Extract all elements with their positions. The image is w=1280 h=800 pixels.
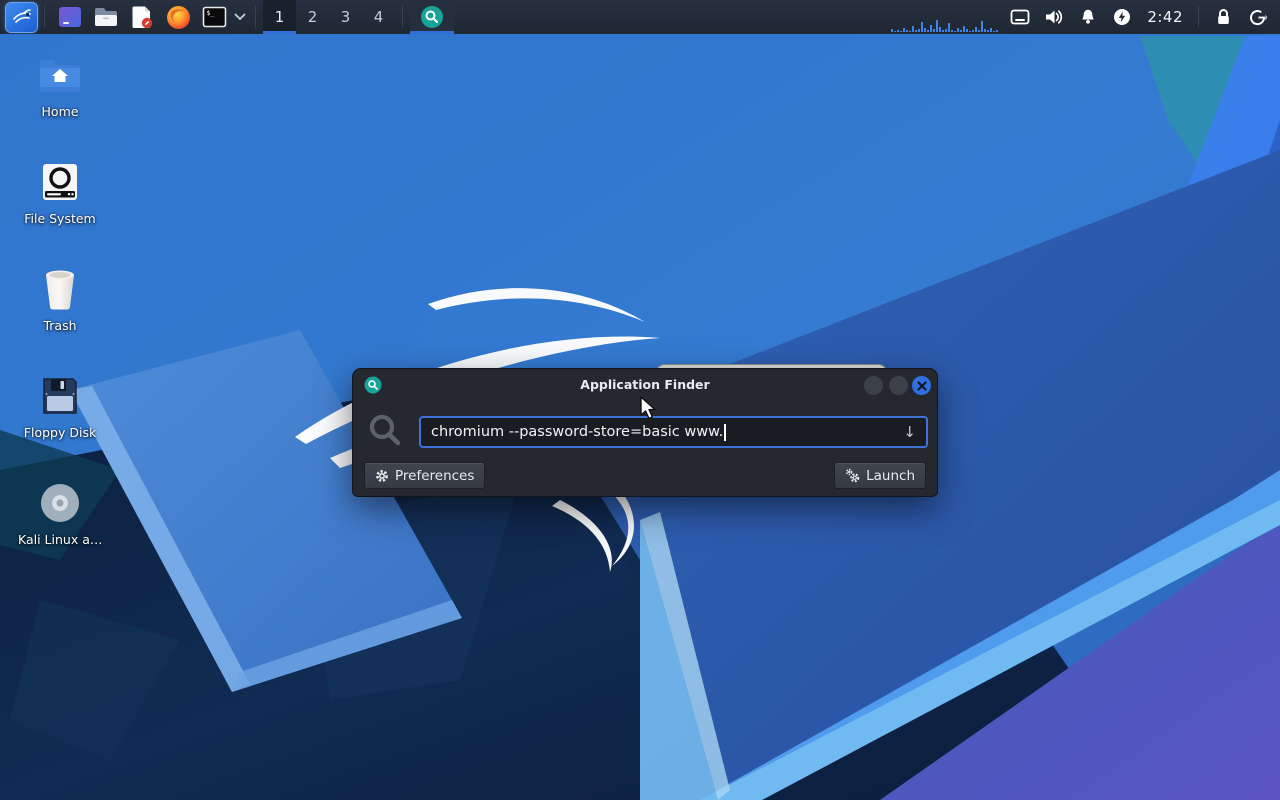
workspace-3-label: 3 (340, 8, 351, 26)
logout-icon (1249, 9, 1267, 25)
kali-menu-icon (12, 9, 31, 23)
launch-label: Launch (866, 467, 915, 484)
terminal-icon: $_ (202, 6, 226, 27)
cd-disc-icon (41, 484, 79, 522)
floppy-disk-icon (43, 378, 77, 414)
workspace-1-label: 1 (274, 8, 285, 26)
panel-separator (402, 6, 403, 28)
minimize-button[interactable] (864, 376, 883, 395)
logout-button[interactable] (1240, 0, 1274, 34)
touchpad-icon (1010, 9, 1030, 25)
workspace-3[interactable]: 3 (329, 0, 362, 34)
terminal-dropdown[interactable] (232, 13, 248, 21)
launch-button[interactable]: Launch (834, 462, 926, 489)
desktop-icon-label: Kali Linux a… (18, 532, 103, 547)
desktop-screen: $_ 1 2 3 4 2:42 Home File System Trash F… (0, 0, 1280, 800)
firefox-launcher[interactable] (163, 2, 193, 32)
power-manager[interactable] (1105, 0, 1139, 34)
panel-separator (44, 6, 45, 28)
dropdown-arrow-icon[interactable]: ↓ (903, 423, 916, 441)
text-caret (724, 423, 726, 441)
kali-menu-button[interactable] (6, 2, 37, 32)
desktop-icon-floppy-disk[interactable]: Floppy Disk (18, 373, 102, 440)
maximize-button[interactable] (889, 376, 908, 395)
text-editor-launcher[interactable] (127, 2, 157, 32)
launch-gears-icon (846, 468, 860, 483)
terminal-glyph: $_ (206, 9, 214, 17)
desktop-icon-kali-cd[interactable]: Kali Linux a… (18, 480, 102, 547)
workspace-1[interactable]: 1 (263, 0, 296, 34)
workspace-4[interactable]: 4 (362, 0, 395, 34)
home-folder-icon (40, 60, 80, 92)
titlebar[interactable]: Application Finder (353, 369, 937, 401)
text-editor-icon (132, 6, 153, 29)
desktop-icon-label: Trash (43, 318, 77, 333)
desktop-icon-home[interactable]: Home (18, 52, 102, 119)
search-input[interactable]: chromium --password-store=basic www. ↓ (419, 416, 928, 448)
panel-clock[interactable]: 2:42 (1139, 8, 1191, 26)
desktop-icon-file-system[interactable]: File System (18, 159, 102, 226)
application-finder-window: Application Finder chromium --password-s… (352, 368, 938, 497)
app-finder-icon (421, 6, 443, 28)
file-manager-icon (95, 8, 117, 26)
volume-icon (1046, 10, 1063, 24)
hard-drive-icon (43, 164, 77, 200)
desktop-icon-label: Home (41, 104, 79, 119)
gear-icon (376, 469, 388, 482)
close-button[interactable] (912, 376, 931, 395)
lock-screen-button[interactable] (1206, 0, 1240, 34)
terminal-launcher[interactable]: $_ (199, 2, 229, 32)
search-icon (369, 414, 401, 446)
top-panel: $_ 1 2 3 4 2:42 (0, 0, 1280, 34)
desktop-icon-label: Floppy Disk (23, 425, 97, 440)
preferences-button[interactable]: Preferences (364, 462, 486, 489)
window-title: Application Finder (580, 377, 710, 392)
workspace-2-label: 2 (307, 8, 318, 26)
cpu-graph[interactable] (891, 2, 999, 32)
show-desktop-launcher[interactable] (55, 2, 85, 32)
notifications[interactable] (1071, 0, 1105, 34)
panel-separator (1198, 6, 1199, 28)
chevron-down-icon (234, 13, 246, 20)
workspace-2[interactable]: 2 (296, 0, 329, 34)
desktop-icon (59, 7, 81, 27)
desktop-icon-label: File System (24, 211, 96, 226)
touchpad-indicator[interactable] (1003, 0, 1037, 34)
firefox-icon (166, 5, 190, 29)
preferences-label: Preferences (395, 467, 475, 484)
lock-icon (1217, 9, 1229, 24)
panel-separator (255, 6, 256, 28)
power-manager-icon (1114, 9, 1131, 25)
file-manager-launcher[interactable] (91, 2, 121, 32)
trash-icon (46, 270, 74, 310)
taskbar-app-finder-button[interactable] (410, 0, 454, 34)
notifications-bell-icon (1082, 9, 1094, 24)
volume-control[interactable] (1037, 0, 1071, 34)
desktop-icon-trash[interactable]: Trash (18, 266, 102, 333)
search-input-value: chromium --password-store=basic www. (431, 424, 724, 440)
close-icon (916, 380, 927, 391)
workspace-4-label: 4 (373, 8, 384, 26)
